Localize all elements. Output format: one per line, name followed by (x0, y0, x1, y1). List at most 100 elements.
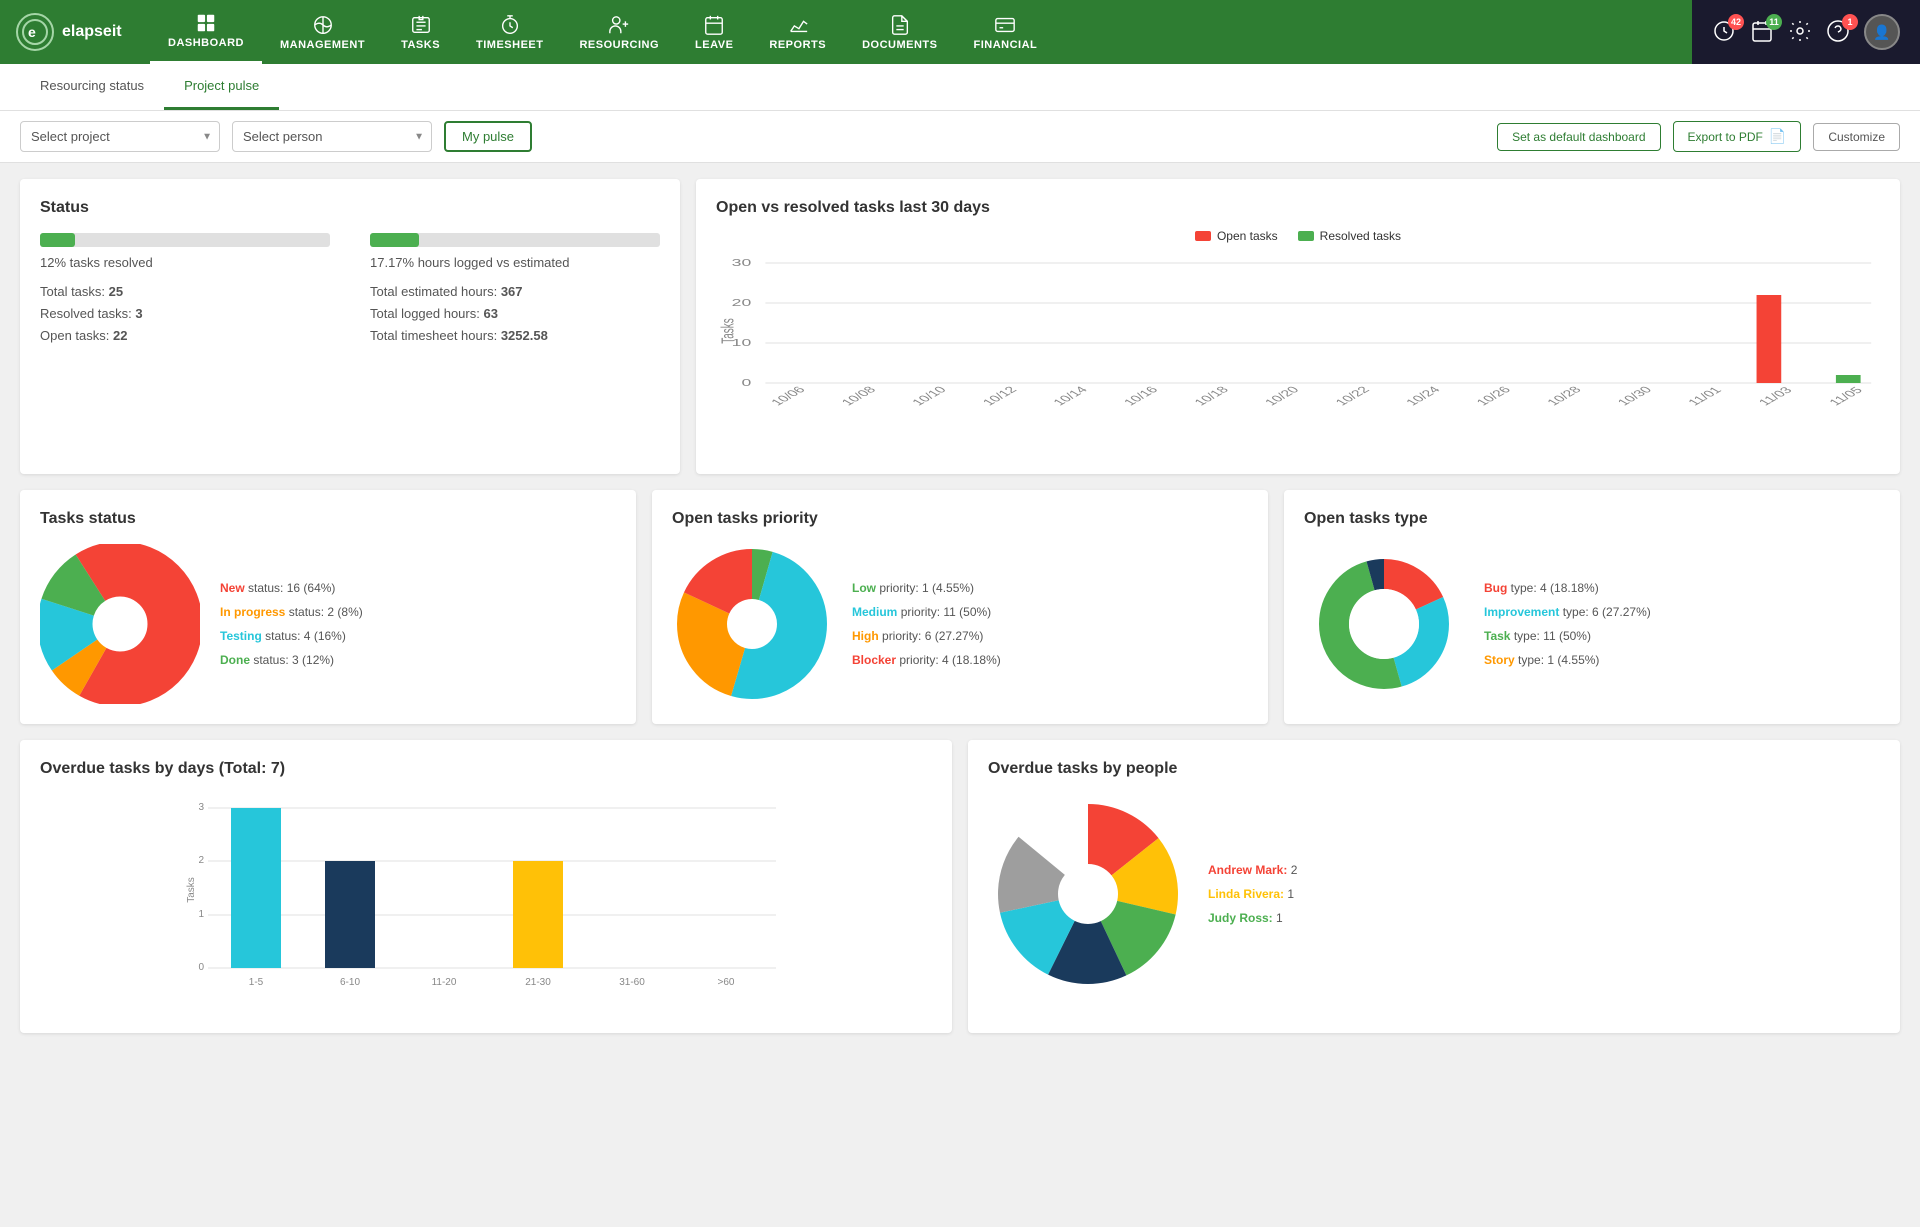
ovr-title: Open vs resolved tasks last 30 days (716, 199, 1880, 217)
legend-medium: Medium priority: 11 (50%) (852, 605, 1001, 619)
otp-legend: Low priority: 1 (4.55%) Medium priority:… (852, 581, 1001, 667)
legend-andrew: Andrew Mark: 2 (1208, 863, 1297, 877)
logo[interactable]: e elapseit (0, 0, 150, 64)
calendar-badge: 11 (1766, 14, 1782, 30)
svg-text:10/06: 10/06 (767, 384, 808, 407)
top-nav: e elapseit DASHBOARD MANAGEMENT TASKS TI… (0, 0, 1920, 64)
type-donut (1304, 544, 1464, 704)
nav-item-tasks[interactable]: TASKS (383, 0, 458, 64)
total-tasks-row: Total tasks: 25 (40, 284, 330, 299)
nav-item-dashboard[interactable]: DASHBOARD (150, 0, 262, 64)
nav-item-financial[interactable]: FINANCIAL (955, 0, 1055, 64)
people-pie (988, 794, 1188, 994)
nav-items: DASHBOARD MANAGEMENT TASKS TIMESHEET RES… (150, 0, 1692, 64)
open-tasks-priority-card: Open tasks priority Low priority: 1 (4.5… (652, 490, 1268, 724)
nav-management-label: MANAGEMENT (280, 39, 365, 51)
svg-text:21-30: 21-30 (525, 977, 551, 988)
svg-text:Tasks: Tasks (719, 318, 739, 344)
overdue-days-svg: 3 2 1 0 Tasks 1-5 6 (40, 790, 932, 1010)
svg-text:0: 0 (741, 378, 751, 389)
tab-resourcing[interactable]: Resourcing status (20, 64, 164, 110)
tasks-progress-bar (40, 233, 330, 247)
svg-text:1: 1 (198, 909, 204, 920)
ott-legend: Bug type: 4 (18.18%) Improvement type: 6… (1484, 581, 1651, 667)
svg-text:6-10: 6-10 (340, 977, 360, 988)
svg-text:11-20: 11-20 (432, 977, 457, 988)
legend-bug: Bug type: 4 (18.18%) (1484, 581, 1651, 595)
ott-title: Open tasks type (1304, 510, 1880, 528)
tasks-status-card: Tasks status New status: 16 (64%) In (20, 490, 636, 724)
svg-text:10/30: 10/30 (1614, 384, 1655, 407)
tasks-progress-fill (40, 233, 75, 247)
legend-high: High priority: 6 (27.27%) (852, 629, 1001, 643)
nav-item-management[interactable]: MANAGEMENT (262, 0, 383, 64)
status-title: Status (40, 199, 660, 217)
status-stats-hours: Total estimated hours: 367 Total logged … (370, 284, 660, 343)
priority-pie (672, 544, 832, 704)
legend-story: Story type: 1 (4.55%) (1484, 653, 1651, 667)
bar-1-5 (231, 808, 281, 968)
logo-text: elapseit (62, 23, 122, 41)
svg-text:e: e (28, 24, 36, 40)
bar-6-10 (325, 861, 375, 968)
nav-item-leave[interactable]: LEAVE (677, 0, 751, 64)
nav-timesheet-label: TIMESHEET (476, 39, 543, 51)
svg-text:31-60: 31-60 (619, 977, 645, 988)
nav-item-reports[interactable]: REPORTS (751, 0, 844, 64)
hours-percent: 17.17% hours logged vs estimated (370, 255, 660, 270)
nav-item-documents[interactable]: DOCUMENTS (844, 0, 955, 64)
legend-new: New status: 16 (64%) (220, 581, 363, 595)
legend-blocker: Blocker priority: 4 (18.18%) (852, 653, 1001, 667)
my-pulse-btn[interactable]: My pulse (444, 121, 532, 152)
nav-documents-label: DOCUMENTS (862, 39, 937, 51)
main-content: Status 12% tasks resolved Total tasks: 2… (0, 163, 1920, 1049)
pdf-icon: 📄 (1769, 128, 1786, 145)
ovr-legend: Open tasks Resolved tasks (716, 229, 1880, 243)
logo-icon: e (16, 13, 54, 51)
project-select[interactable]: Select project (20, 121, 220, 152)
notification-btn[interactable]: 42 (1712, 19, 1736, 46)
hours-progress-fill (370, 233, 419, 247)
ovr-svg: 30 20 10 0 Tasks 10/06 10/08 10/10 10/12 (716, 251, 1880, 451)
calendar-btn[interactable]: 11 (1750, 19, 1774, 46)
svg-text:0: 0 (198, 962, 204, 973)
notification-badge: 42 (1728, 14, 1744, 30)
odd-chart: 3 2 1 0 Tasks 1-5 6 (40, 790, 932, 1013)
help-badge: 1 (1842, 14, 1858, 30)
tab-project-pulse[interactable]: Project pulse (164, 64, 279, 110)
customize-btn[interactable]: Customize (1813, 123, 1900, 151)
svg-text:3: 3 (198, 802, 204, 813)
svg-text:20: 20 (732, 298, 752, 309)
row-3: Overdue tasks by days (Total: 7) 3 2 1 0… (20, 740, 1900, 1033)
nav-item-timesheet[interactable]: TIMESHEET (458, 0, 561, 64)
open-tasks-type-card: Open tasks type Bug type: (1284, 490, 1900, 724)
export-pdf-btn[interactable]: Export to PDF 📄 (1673, 121, 1802, 152)
default-dashboard-btn[interactable]: Set as default dashboard (1497, 123, 1660, 151)
nav-dashboard-label: DASHBOARD (168, 37, 244, 49)
legend-done: Done status: 3 (12%) (220, 653, 363, 667)
settings-btn[interactable] (1788, 19, 1812, 46)
bar-open-1103 (1757, 295, 1782, 383)
help-btn[interactable]: 1 (1826, 19, 1850, 46)
tasks-status-pie (40, 544, 200, 704)
svg-text:10/10: 10/10 (908, 384, 949, 407)
svg-text:11/05: 11/05 (1825, 385, 1865, 408)
overdue-people-card: Overdue tasks by people (968, 740, 1900, 1033)
legend-low: Low priority: 1 (4.55%) (852, 581, 1001, 595)
person-select[interactable]: Select person (232, 121, 432, 152)
svg-text:>60: >60 (718, 977, 735, 988)
svg-text:10/20: 10/20 (1261, 384, 1302, 407)
total-logged-row: Total logged hours: 63 (370, 306, 660, 321)
nav-item-resourcing[interactable]: RESOURCING (561, 0, 677, 64)
bar-21-30 (513, 861, 563, 968)
odp-title: Overdue tasks by people (988, 760, 1880, 778)
tasks-percent: 12% tasks resolved (40, 255, 330, 270)
legend-task: Task type: 11 (50%) (1484, 629, 1651, 643)
person-select-wrap: Select person ▼ (232, 121, 432, 152)
avatar[interactable]: 👤 (1864, 14, 1900, 50)
project-select-wrap: Select project ▼ (20, 121, 220, 152)
nav-tasks-label: TASKS (401, 39, 440, 51)
legend-resolved-color (1298, 231, 1314, 241)
nav-resourcing-label: RESOURCING (579, 39, 659, 51)
open-tasks-row: Open tasks: 22 (40, 328, 330, 343)
